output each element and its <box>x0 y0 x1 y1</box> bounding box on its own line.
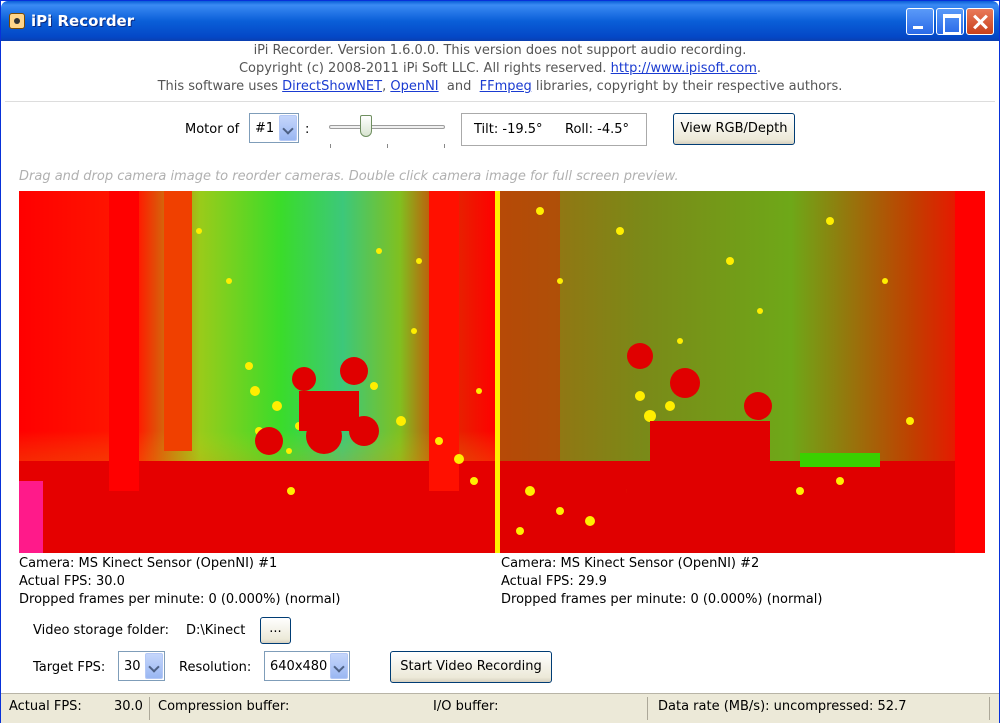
target-fps-label: Target FPS: <box>33 660 106 675</box>
reorder-hint: Drag and drop camera image to reorder ca… <box>19 169 679 184</box>
roll-value: Roll: -4.5° <box>565 122 630 137</box>
storage-label: Video storage folder: <box>33 623 169 638</box>
browse-folder-button[interactable]: ... <box>260 617 291 644</box>
motor-select-value: #1 <box>255 121 275 136</box>
io-buffer-label: I/O buffer: <box>433 699 499 714</box>
camera-1-info: Camera: MS Kinect Sensor (OpenNI) #1 Act… <box>19 555 340 609</box>
header-divider <box>5 101 995 102</box>
tilt-roll-readout: Tilt: -19.5° Roll: -4.5° <box>461 113 647 146</box>
motor-colon: : <box>305 122 310 137</box>
resolution-select[interactable]: 640x480 <box>264 651 350 681</box>
chevron-down-icon[interactable] <box>279 115 297 141</box>
libraries-line: This software uses DirectShowNET, OpenNI… <box>157 79 843 94</box>
compression-buffer-label: Compression buffer: <box>158 699 290 714</box>
app-window: iPi Recorder iPi Recorder. Version 1.6.0… <box>0 0 1000 723</box>
motor-select[interactable]: #1 <box>249 113 299 143</box>
status-fps-label: Actual FPS: <box>9 699 82 714</box>
view-rgb-depth-button[interactable]: View RGB/Depth <box>673 113 795 145</box>
depth-image-2 <box>500 191 985 553</box>
camera-1-dropped: Dropped frames per minute: 0 (0.000%) (n… <box>19 592 341 607</box>
camera-2-preview[interactable] <box>495 191 985 553</box>
status-separator <box>989 697 990 720</box>
slider-tick <box>330 144 331 148</box>
camera-1-fps: Actual FPS: 30.0 <box>19 574 125 589</box>
slider-tick <box>444 144 445 148</box>
camera-2-name: Camera: MS Kinect Sensor (OpenNI) #2 <box>501 556 760 571</box>
slider-tick <box>387 144 388 148</box>
data-rate-label: Data rate (MB/s): uncompressed: 52.7 <box>658 699 907 714</box>
about-header: iPi Recorder. Version 1.6.0.0. This vers… <box>1 41 999 101</box>
slider-thumb[interactable] <box>360 115 373 137</box>
openni-link[interactable]: OpenNI <box>390 79 438 94</box>
chevron-down-icon[interactable] <box>330 653 348 679</box>
status-fps-value: 30.0 <box>114 699 143 714</box>
status-separator <box>149 697 150 720</box>
resolution-label: Resolution: <box>179 660 252 675</box>
app-icon <box>9 13 25 29</box>
storage-path: D:\Kinect <box>186 623 246 638</box>
motor-label: Motor of <box>185 122 240 137</box>
start-recording-button[interactable]: Start Video Recording <box>390 651 552 683</box>
target-fps-value: 30 <box>124 659 141 674</box>
tilt-value: Tilt: -19.5° <box>474 122 543 137</box>
camera-2-info: Camera: MS Kinect Sensor (OpenNI) #2 Act… <box>501 555 822 609</box>
camera-1-preview[interactable] <box>19 191 495 553</box>
directshownet-link[interactable]: DirectShowNET <box>282 79 382 94</box>
ffmpeg-link[interactable]: FFmpeg <box>480 79 532 94</box>
camera-2-fps: Actual FPS: 29.9 <box>501 574 607 589</box>
maximize-button[interactable] <box>936 8 964 35</box>
title-bar[interactable]: iPi Recorder <box>1 1 999 41</box>
website-link[interactable]: http://www.ipisoft.com <box>611 61 757 76</box>
motor-control-row: Motor of #1 : Tilt: -19.5° Roll: -4.5° V… <box>1 113 999 149</box>
copyright-line: Copyright (c) 2008-2011 iPi Soft LLC. Al… <box>238 61 762 76</box>
status-bar: Actual FPS: 30.0 Compression buffer: I/O… <box>1 693 999 723</box>
camera-2-dropped: Dropped frames per minute: 0 (0.000%) (n… <box>501 592 823 607</box>
window-title: iPi Recorder <box>31 12 135 30</box>
target-fps-select[interactable]: 30 <box>118 651 165 681</box>
status-separator <box>647 697 648 720</box>
slider-track[interactable] <box>329 125 445 129</box>
resolution-value: 640x480 <box>270 659 328 674</box>
version-line: iPi Recorder. Version 1.6.0.0. This vers… <box>253 43 747 58</box>
depth-image-1 <box>19 191 495 553</box>
camera-1-name: Camera: MS Kinect Sensor (OpenNI) #1 <box>19 556 278 571</box>
close-button[interactable] <box>966 8 994 35</box>
chevron-down-icon[interactable] <box>145 653 163 679</box>
minimize-button[interactable] <box>906 8 934 35</box>
